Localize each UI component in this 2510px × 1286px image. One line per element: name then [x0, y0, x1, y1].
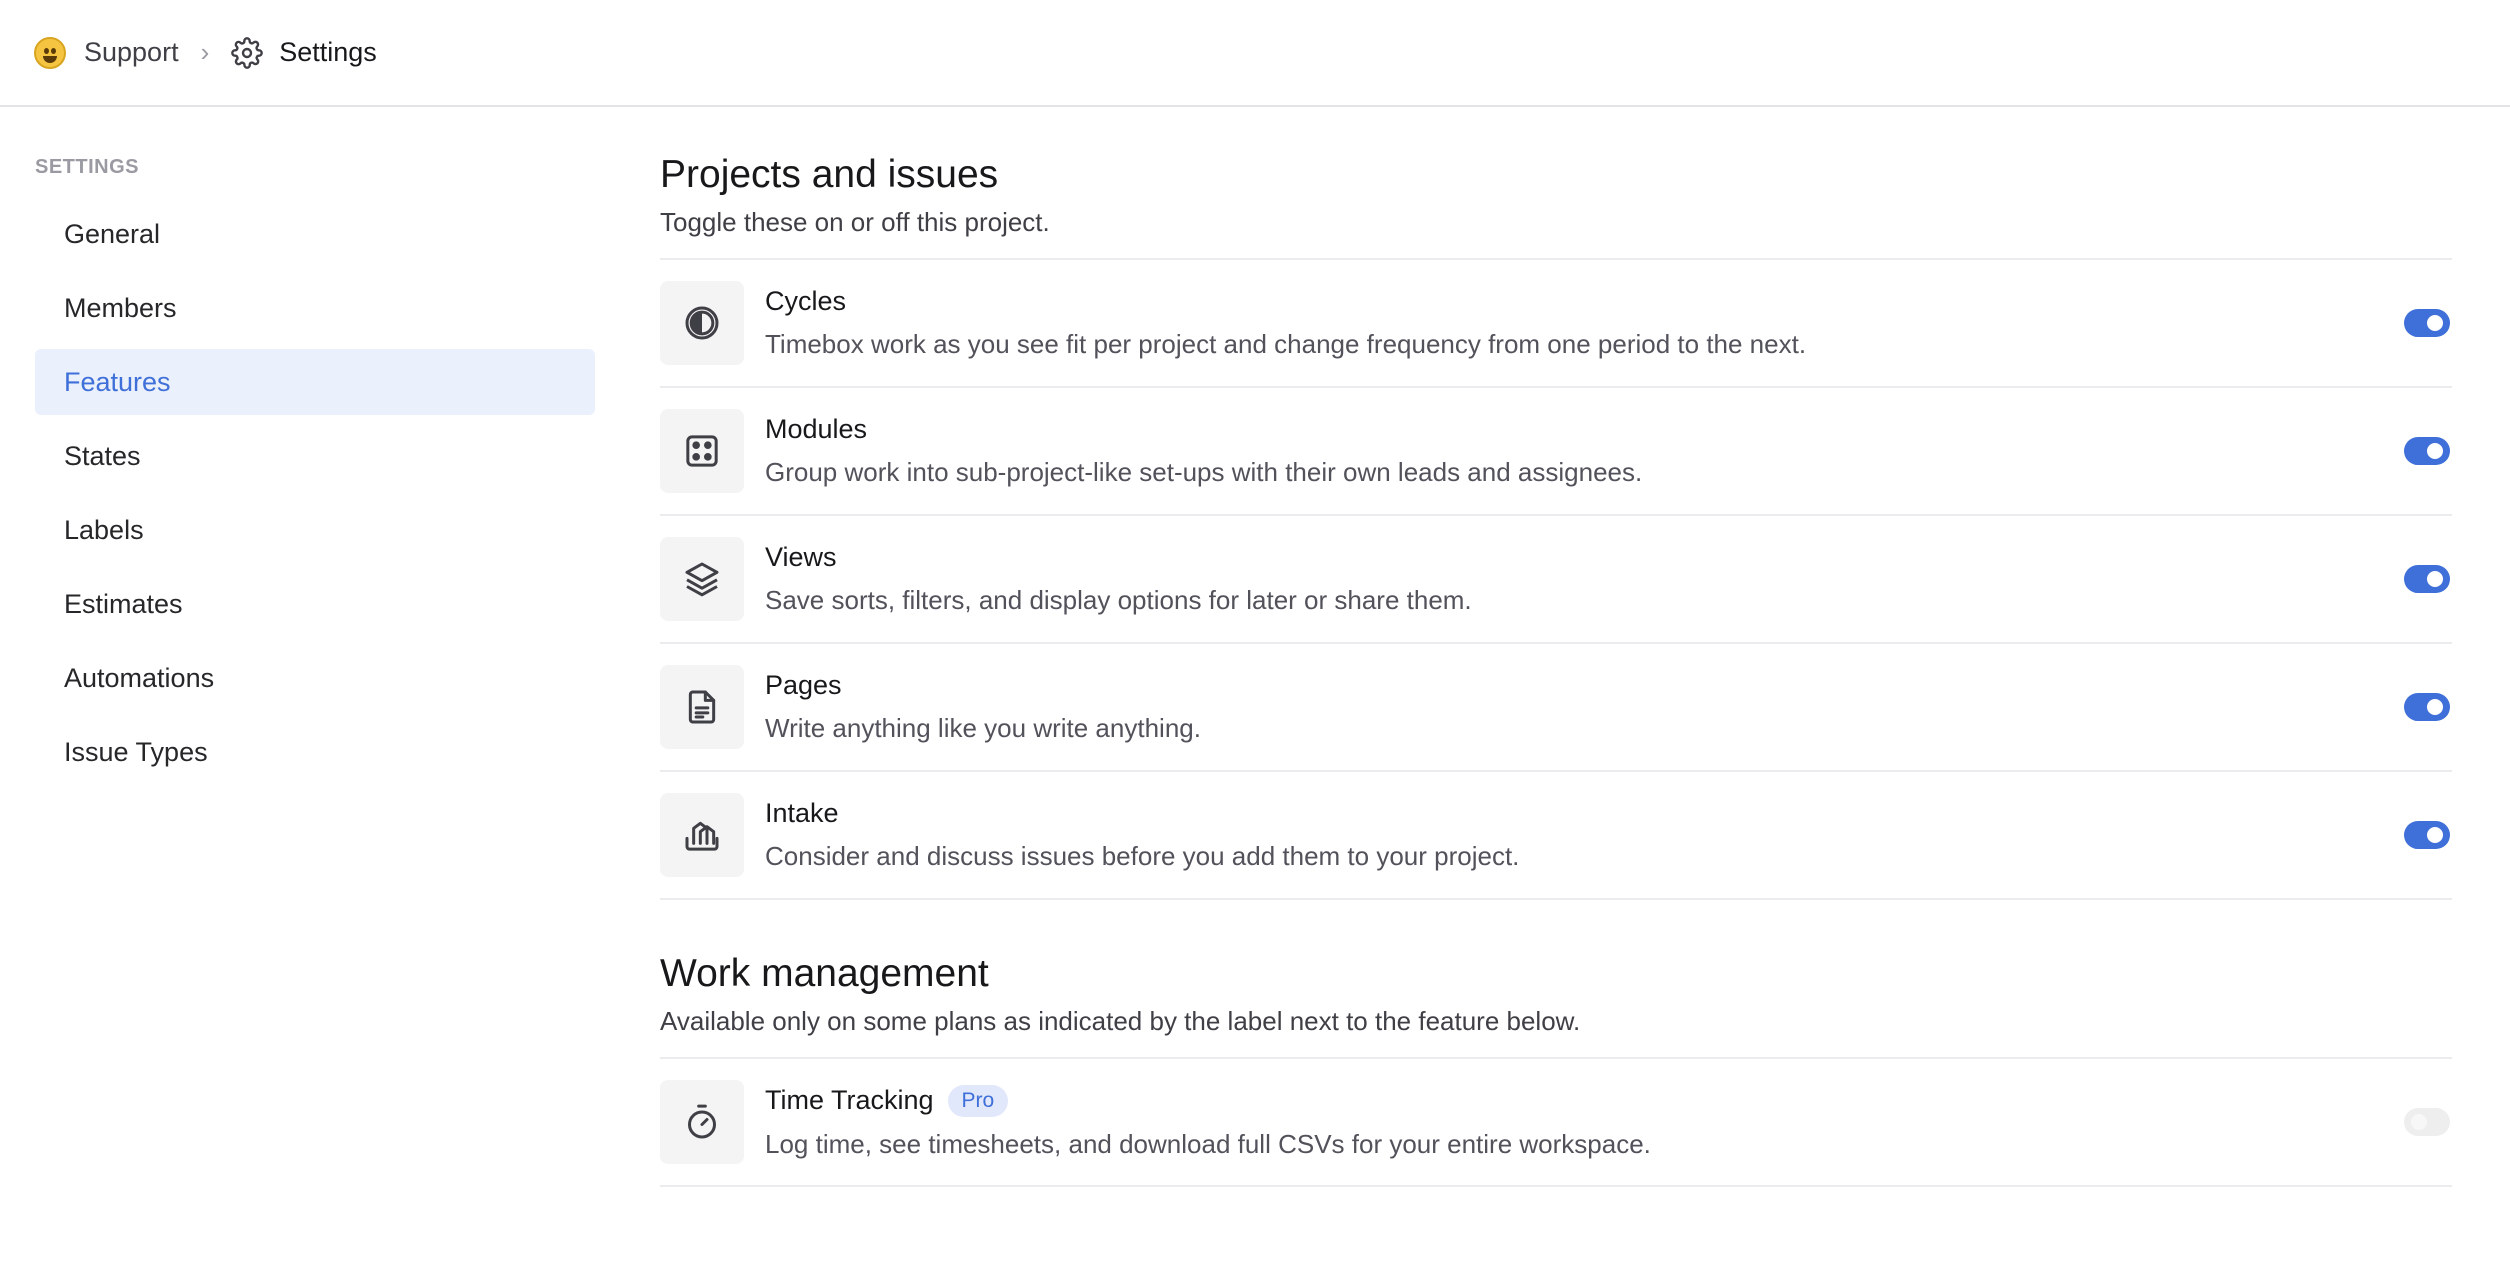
intake-icon [685, 821, 719, 851]
section-title-projects: Projects and issues [660, 153, 999, 196]
project-emoji-icon[interactable] [34, 36, 66, 69]
sidebar-item-automations[interactable]: Automations [35, 645, 595, 711]
feature-description: Log time, see timesheets, and download f… [765, 1128, 1651, 1159]
section-subtitle-work: Available only on some plans as indicate… [660, 1006, 2452, 1059]
chevron-right-icon: › [200, 37, 210, 67]
feature-title: Pages [765, 670, 842, 700]
sidebar-item-labels[interactable]: Labels [35, 497, 595, 563]
feature-icon-box [660, 281, 744, 365]
feature-description: Group work into sub-project-like set-ups… [765, 457, 1643, 487]
section-title-work: Work management [660, 952, 989, 995]
breadcrumb: Support › Settings [34, 36, 377, 69]
layers-icon [685, 562, 719, 597]
modules-toggle[interactable] [2404, 437, 2450, 465]
section-subtitle-projects: Toggle these on or off this project. [660, 207, 2452, 260]
work-management-section: Work management Available only on some p… [660, 952, 2452, 1187]
sidebar-heading: SETTINGS [35, 156, 140, 178]
views-toggle[interactable] [2404, 565, 2450, 593]
feature-icon-box [660, 1080, 744, 1164]
pages-toggle[interactable] [2404, 693, 2450, 721]
pro-badge: Pro [947, 1084, 1009, 1117]
sidebar-item-features[interactable]: Features [35, 349, 595, 415]
feature-title: Views [765, 542, 837, 572]
feature-description: Consider and discuss issues before you a… [765, 841, 1520, 871]
dice-icon [686, 435, 718, 467]
feature-row-intake: Intake Consider and discuss issues befor… [660, 772, 2452, 900]
sidebar-item-members[interactable]: Members [35, 275, 595, 341]
settings-sidebar: SETTINGS General Members Features States… [35, 156, 595, 793]
feature-icon-box [660, 537, 744, 621]
feature-row-views: Views Save sorts, filters, and display o… [660, 516, 2452, 644]
sidebar-item-general[interactable]: General [35, 201, 595, 267]
feature-row-time-tracking: Time Tracking Pro Log time, see timeshee… [660, 1059, 2452, 1187]
feature-title: Cycles [765, 286, 847, 316]
sidebar-item-states[interactable]: States [35, 423, 595, 489]
feature-description: Timebox work as you see fit per project … [765, 329, 1807, 359]
feature-row-modules: Modules Group work into sub-project-like… [660, 388, 2452, 516]
feature-title: Time Tracking [765, 1085, 934, 1115]
feature-row-cycles: Cycles Timebox work as you see fit per p… [660, 260, 2452, 388]
timer-icon [688, 1104, 716, 1139]
cycles-toggle[interactable] [2404, 309, 2450, 337]
feature-description: Write anything like you write anything. [765, 713, 1201, 743]
feature-icon-box [660, 665, 744, 749]
breadcrumb-project[interactable]: Support [84, 37, 179, 68]
sidebar-item-issue-types[interactable]: Issue Types [35, 719, 595, 785]
contrast-circle-icon [685, 306, 719, 340]
feature-description: Save sorts, filters, and display options… [765, 585, 1472, 615]
feature-icon-box [660, 409, 744, 493]
feature-title: Intake [765, 798, 839, 828]
sidebar-item-estimates[interactable]: Estimates [35, 571, 595, 637]
top-bar: Support › Settings [0, 0, 2510, 107]
time-tracking-toggle[interactable] [2404, 1108, 2450, 1136]
feature-icon-box [660, 793, 744, 877]
gear-icon [231, 36, 264, 69]
document-icon [688, 690, 716, 724]
features-panel: Projects and issues Toggle these on or o… [660, 153, 2452, 1187]
intake-toggle[interactable] [2404, 821, 2450, 849]
feature-title: Modules [765, 414, 868, 444]
breadcrumb-page: Settings [279, 37, 377, 67]
feature-row-pages: Pages Write anything like you write anyt… [660, 644, 2452, 772]
